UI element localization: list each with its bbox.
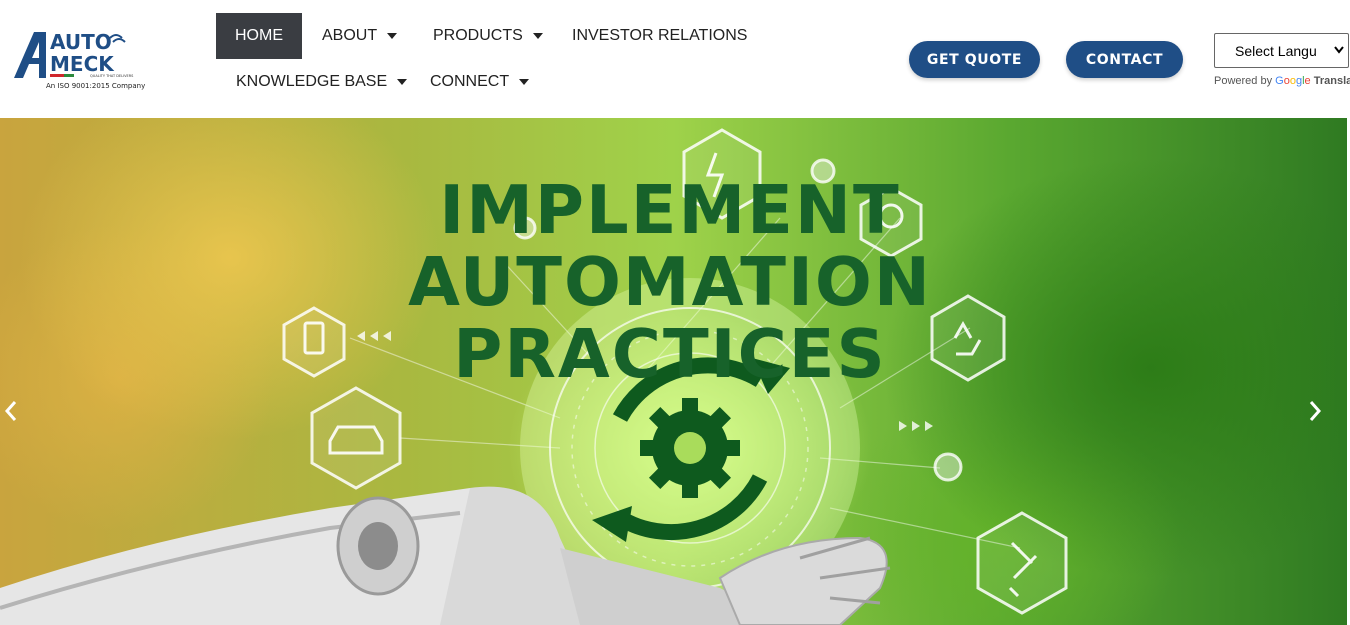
caret-down-icon xyxy=(387,33,398,39)
hero-headline-line-3: PRACTICES xyxy=(453,315,887,393)
logo-text-meck: MECK xyxy=(50,52,115,76)
chevron-right-icon xyxy=(1309,401,1322,421)
nav-about[interactable]: ABOUT xyxy=(322,13,398,59)
nav-products[interactable]: PRODUCTS xyxy=(433,13,543,59)
caret-down-icon xyxy=(519,79,530,85)
car-hex-icon xyxy=(310,386,402,490)
google-logo-icon: Google xyxy=(1275,75,1311,87)
gear-icon xyxy=(640,398,740,498)
hero-headline-line-1: IMPLEMENT xyxy=(439,171,901,249)
caret-down-icon xyxy=(397,79,408,85)
site-header: AUTO MECK QUALITY THAT DELIVERS An ISO 9… xyxy=(0,0,1350,118)
hero-slider: IMPLEMENT AUTOMATION PRACTICES xyxy=(0,118,1347,625)
contact-button[interactable]: CONTACT xyxy=(1066,41,1183,78)
slider-prev-button[interactable] xyxy=(4,400,34,436)
chevron-left-icon xyxy=(4,401,17,421)
nav-investor-label: INVESTOR RELATIONS xyxy=(572,27,748,44)
hero-headline: IMPLEMENT AUTOMATION PRACTICES xyxy=(300,174,1040,390)
nav-products-label: PRODUCTS xyxy=(433,27,523,44)
caret-down-icon xyxy=(532,33,543,39)
get-quote-button[interactable]: GET QUOTE xyxy=(909,41,1040,78)
nav-investor-relations[interactable]: INVESTOR RELATIONS xyxy=(572,13,747,59)
nav-connect-label: CONNECT xyxy=(430,73,510,90)
chevron-down-icon xyxy=(1334,46,1344,54)
powered-by-label: Powered by xyxy=(1214,75,1273,87)
translate-label: Transla xyxy=(1313,75,1350,87)
nav-kb-label: KNOWLEDGE BASE xyxy=(236,73,388,90)
nav-home[interactable]: HOME xyxy=(216,13,302,59)
plug-hex-icon xyxy=(976,511,1068,615)
powered-by-google-translate[interactable]: Powered by Google Transla xyxy=(1214,75,1350,87)
hero-headline-line-2: AUTOMATION xyxy=(408,243,932,321)
nav-knowledge-base[interactable]: KNOWLEDGE BASE xyxy=(236,59,408,105)
nav-about-label: ABOUT xyxy=(322,27,378,44)
slider-next-button[interactable] xyxy=(1308,400,1338,436)
logo-text-auto: AUTO xyxy=(50,30,112,54)
nav-home-label: HOME xyxy=(235,27,283,44)
iso-certification: An ISO 9001:2015 Company xyxy=(46,82,146,90)
nav-connect[interactable]: CONNECT xyxy=(430,59,530,105)
language-select-value: Select Langu xyxy=(1235,42,1317,59)
language-select[interactable]: Select Langu xyxy=(1214,33,1349,68)
logo-tagline: QUALITY THAT DELIVERS xyxy=(90,74,134,78)
